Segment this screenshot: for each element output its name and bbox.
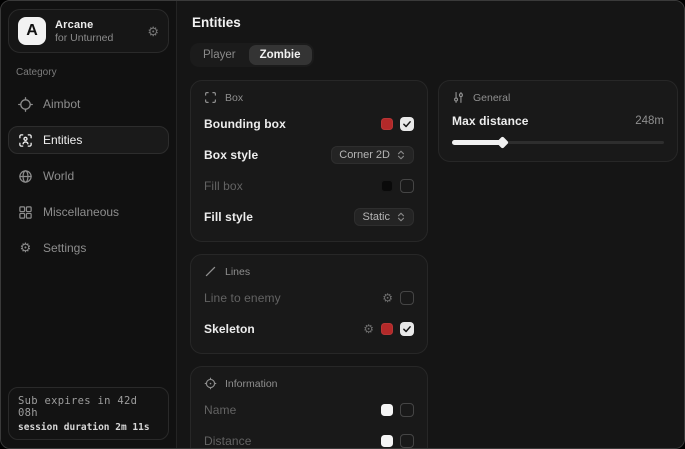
- color-swatch[interactable]: [381, 323, 393, 335]
- color-swatch[interactable]: [381, 180, 393, 192]
- line-icon: [204, 265, 217, 278]
- tab-zombie[interactable]: Zombie: [249, 45, 312, 65]
- setting-row-bounding-box: Bounding box: [204, 113, 414, 135]
- max-distance-slider[interactable]: [452, 136, 664, 148]
- app-window: A Arcane for Unturned ⚙ Category Aimbot: [0, 0, 685, 449]
- card-title: Box: [225, 92, 243, 104]
- brand-subtitle: for Unturned: [55, 32, 113, 44]
- setting-label: Line to enemy: [204, 291, 281, 305]
- sidebar-item-label: Entities: [43, 133, 82, 147]
- sidebar-item-entities[interactable]: Entities: [8, 126, 169, 154]
- brand-logo: A: [18, 17, 46, 45]
- setting-label: Skeleton: [204, 322, 255, 336]
- sliders-icon: [452, 91, 465, 104]
- sidebar-nav: Aimbot Entities World: [8, 82, 169, 262]
- color-swatch[interactable]: [381, 435, 393, 447]
- card-title: Information: [225, 378, 278, 390]
- entities-scan-icon: [18, 133, 33, 148]
- brand-name: Arcane: [55, 19, 113, 31]
- entity-tabs: Player Zombie: [190, 43, 314, 67]
- setting-row-fill-box: Fill box: [204, 175, 414, 197]
- dropdown-value: Static: [362, 211, 390, 223]
- setting-row-box-style: Box style Corner 2D: [204, 144, 414, 166]
- sidebar-item-aimbot[interactable]: Aimbot: [8, 90, 169, 118]
- box-style-dropdown[interactable]: Corner 2D: [331, 146, 414, 164]
- checkbox-unchecked[interactable]: [400, 403, 414, 417]
- card-title: General: [473, 92, 510, 104]
- slider-value: 248m: [635, 115, 664, 127]
- fill-style-dropdown[interactable]: Static: [354, 208, 414, 226]
- main-content: Entities Player Zombie Box: [177, 1, 685, 448]
- page-title: Entities: [192, 15, 678, 30]
- sidebar-item-label: Aimbot: [43, 97, 80, 111]
- setting-row-max-distance: Max distance 248m: [452, 114, 664, 148]
- row-gear-icon[interactable]: ⚙: [382, 292, 393, 304]
- setting-label: Bounding box: [204, 117, 286, 131]
- setting-row-line-to-enemy: Line to enemy ⚙: [204, 287, 414, 309]
- card-title: Lines: [225, 266, 250, 278]
- setting-label: Distance: [204, 434, 252, 448]
- sidebar-item-miscellaneous[interactable]: Miscellaneous: [8, 198, 169, 226]
- category-label: Category: [16, 67, 169, 78]
- slider-thumb[interactable]: [496, 136, 509, 149]
- subscription-status-card: Sub expires in 42d 08h session duration …: [8, 387, 169, 440]
- setting-label: Fill style: [204, 210, 253, 224]
- setting-label: Box style: [204, 148, 258, 162]
- setting-row-distance: Distance: [204, 430, 414, 449]
- box-card: Box Bounding box Box style: [190, 80, 428, 242]
- brand-card: A Arcane for Unturned ⚙: [8, 9, 169, 53]
- checkbox-unchecked[interactable]: [400, 434, 414, 448]
- information-card: Information Name Distance: [190, 366, 428, 449]
- tab-player[interactable]: Player: [192, 45, 247, 65]
- sidebar-item-settings[interactable]: ⚙ Settings: [8, 234, 169, 262]
- checkbox-unchecked[interactable]: [400, 179, 414, 193]
- gear-icon: ⚙: [18, 241, 33, 256]
- sub-expiry-text: Sub expires in 42d 08h: [18, 395, 159, 419]
- setting-label: Name: [204, 403, 236, 417]
- target-icon: [204, 377, 217, 390]
- box-corners-icon: [204, 91, 217, 104]
- checkbox-checked[interactable]: [400, 322, 414, 336]
- color-swatch[interactable]: [381, 404, 393, 416]
- checkbox-unchecked[interactable]: [400, 291, 414, 305]
- checkbox-checked[interactable]: [400, 117, 414, 131]
- selector-icon: [396, 149, 406, 161]
- setting-label: Max distance: [452, 114, 529, 128]
- row-gear-icon[interactable]: ⚙: [363, 323, 374, 335]
- brand-gear-icon[interactable]: ⚙: [147, 25, 159, 38]
- setting-row-fill-style: Fill style Static: [204, 206, 414, 228]
- session-duration-text: session duration 2m 11s: [18, 422, 159, 433]
- dropdown-value: Corner 2D: [339, 149, 390, 161]
- general-card: General Max distance 248m: [438, 80, 678, 162]
- slider-fill: [452, 140, 503, 145]
- sidebar-item-world[interactable]: World: [8, 162, 169, 190]
- sidebar: A Arcane for Unturned ⚙ Category Aimbot: [1, 1, 177, 448]
- setting-row-skeleton: Skeleton ⚙: [204, 318, 414, 340]
- sidebar-item-label: World: [43, 169, 74, 183]
- setting-row-name: Name: [204, 399, 414, 421]
- sidebar-item-label: Miscellaneous: [43, 205, 119, 219]
- selector-icon: [396, 211, 406, 223]
- grid-icon: [18, 205, 33, 220]
- crosshair-icon: [18, 97, 33, 112]
- globe-icon: [18, 169, 33, 184]
- color-swatch[interactable]: [381, 118, 393, 130]
- setting-label: Fill box: [204, 179, 243, 193]
- sidebar-item-label: Settings: [43, 241, 86, 255]
- lines-card: Lines Line to enemy ⚙ Skeleton ⚙: [190, 254, 428, 354]
